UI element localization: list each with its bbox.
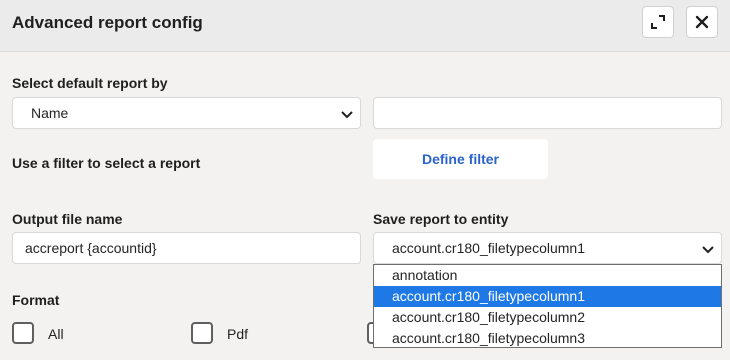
report-name-input[interactable] bbox=[373, 97, 722, 129]
entity-option[interactable]: account.cr180_filetypecolumn3 bbox=[374, 328, 721, 347]
chevron-down-icon bbox=[702, 246, 714, 254]
filter-label: Use a filter to select a report bbox=[12, 155, 201, 171]
close-button[interactable] bbox=[686, 6, 718, 38]
format-label: Format bbox=[12, 292, 60, 308]
define-filter-button[interactable]: Define filter bbox=[373, 139, 548, 179]
close-icon bbox=[695, 15, 709, 29]
entity-option[interactable]: account.cr180_filetypecolumn2 bbox=[374, 307, 721, 328]
entity-option-selected[interactable]: account.cr180_filetypecolumn1 bbox=[374, 286, 721, 307]
maximize-icon bbox=[651, 15, 665, 29]
report-select-value: Name bbox=[31, 105, 69, 121]
format-all-checkbox[interactable] bbox=[12, 322, 34, 344]
report-select-label: Select default report by bbox=[12, 75, 168, 91]
dialog-title: Advanced report config bbox=[12, 13, 203, 32]
report-select-dropdown[interactable]: Name bbox=[12, 97, 361, 129]
entity-option[interactable]: annotation bbox=[374, 265, 721, 286]
output-file-value: accreport {accountid} bbox=[25, 240, 157, 256]
entity-dropdown-list[interactable]: annotation account.cr180_filetypecolumn1… bbox=[373, 264, 722, 348]
format-pdf-checkbox[interactable] bbox=[191, 322, 213, 344]
format-pdf-label: Pdf bbox=[227, 326, 249, 342]
maximize-button[interactable] bbox=[642, 6, 674, 38]
output-file-label: Output file name bbox=[12, 211, 123, 227]
dialog-header: Advanced report config bbox=[0, 0, 730, 52]
chevron-down-icon bbox=[341, 111, 353, 119]
format-all-label: All bbox=[48, 326, 64, 342]
entity-select-dropdown[interactable]: account.cr180_filetypecolumn1 bbox=[373, 232, 722, 264]
entity-select-value: account.cr180_filetypecolumn1 bbox=[392, 240, 586, 256]
output-file-input[interactable]: accreport {accountid} bbox=[12, 232, 361, 264]
entity-label: Save report to entity bbox=[373, 211, 509, 227]
